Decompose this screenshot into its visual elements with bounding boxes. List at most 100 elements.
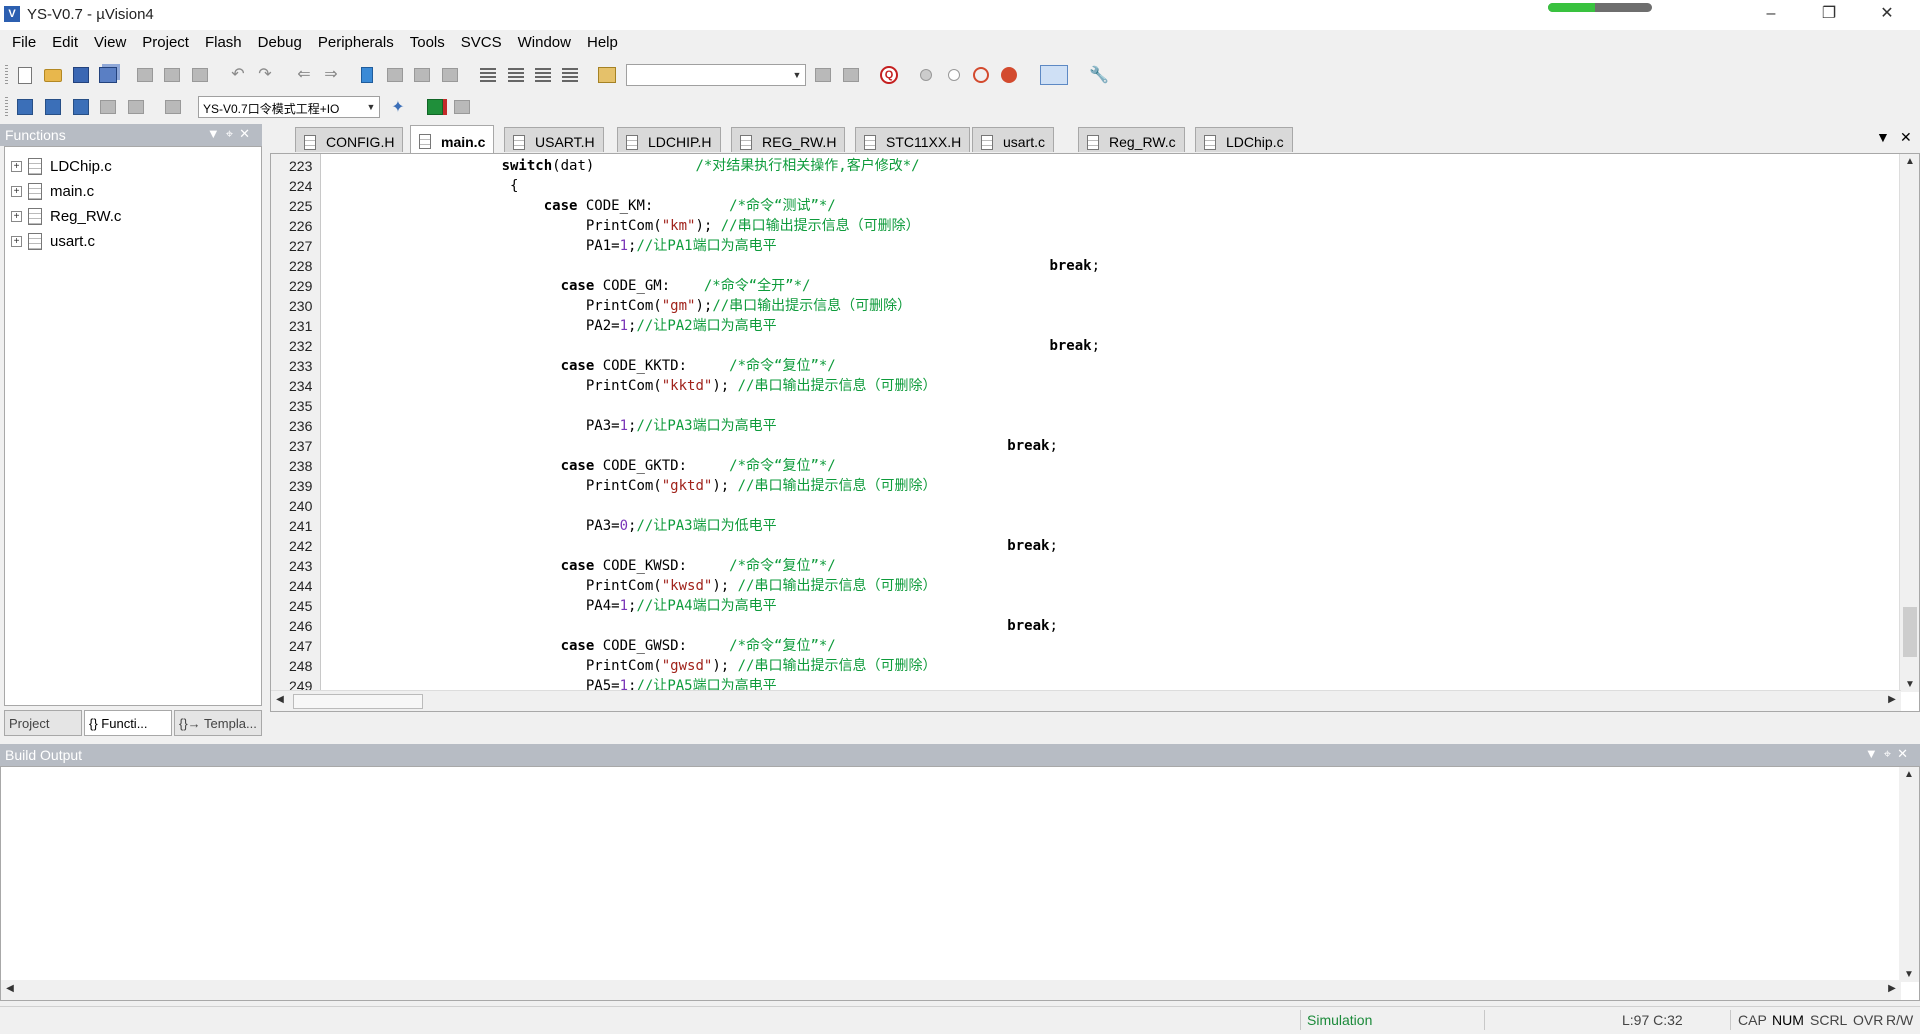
find-in-files-button[interactable] [596, 64, 618, 86]
build-vertical-scrollbar[interactable]: ▲ ▼ [1899, 767, 1919, 982]
tab-functions[interactable]: {} Functi... [84, 710, 172, 736]
panel-menu-icon[interactable]: ▼ [1865, 746, 1884, 761]
code-line[interactable]: 225 case CODE_KM: /*命令“测试”*/ [271, 196, 1901, 216]
code-line[interactable]: 241 PA3=0;//让PA3端口为低电平 [271, 516, 1901, 536]
multi-project-button[interactable] [451, 96, 473, 118]
tab-templates[interactable]: {}→ Templa... [174, 710, 262, 736]
tree-item-main[interactable]: + main.c [11, 180, 94, 202]
unindent-button[interactable] [505, 64, 527, 86]
close-icon[interactable]: ✕ [239, 126, 256, 141]
code-line[interactable]: 239 PrintCom("gktd"); //串口输出提示信息（可删除） [271, 476, 1901, 496]
menu-peripherals[interactable]: Peripherals [310, 31, 402, 55]
scroll-up-icon[interactable]: ▲ [1900, 156, 1919, 167]
new-file-button[interactable] [14, 64, 36, 86]
batch-build-button[interactable] [97, 96, 119, 118]
build-horizontal-scrollbar[interactable]: ◀ ▶ [1, 980, 1901, 1000]
scroll-left-icon[interactable]: ◀ [273, 694, 287, 705]
code-line[interactable]: 234 PrintCom("kktd"); //串口输出提示信息（可删除） [271, 376, 1901, 396]
menu-edit[interactable]: Edit [44, 31, 86, 55]
panel-menu-icon[interactable]: ▼ [207, 126, 226, 141]
code-line[interactable]: 226 PrintCom("km"); //串口输出提示信息（可删除） [271, 216, 1901, 236]
expand-icon[interactable]: + [11, 235, 22, 247]
tab-ldchip-h[interactable]: LDCHIP.H [617, 127, 721, 152]
copy-button[interactable] [161, 64, 183, 86]
clear-bookmarks-button[interactable] [439, 64, 461, 86]
stop-build-button[interactable] [125, 96, 147, 118]
tab-reg-rw-c[interactable]: Reg_RW.c [1078, 127, 1185, 152]
menu-help[interactable]: Help [579, 31, 626, 55]
expand-icon[interactable]: + [11, 210, 22, 222]
cut-button[interactable] [134, 64, 156, 86]
expand-icon[interactable]: + [11, 160, 22, 172]
code-line[interactable]: 244 PrintCom("kwsd"); //串口输出提示信息（可删除） [271, 576, 1901, 596]
save-all-button[interactable] [97, 64, 119, 86]
tab-reg-rw-h[interactable]: REG_RW.H [731, 127, 846, 152]
code-line[interactable]: 227 PA1=1;//让PA1端口为高电平 [271, 236, 1901, 256]
pin-icon[interactable]: ⌖ [1884, 746, 1897, 761]
build-button[interactable] [42, 96, 64, 118]
tab-project[interactable]: Project [4, 710, 82, 736]
restore-button[interactable]: ❐ [1806, 0, 1852, 30]
insert-bookmark-button[interactable] [356, 64, 378, 86]
menu-file[interactable]: File [4, 31, 44, 55]
close-icon[interactable]: ✕ [1897, 746, 1914, 761]
code-line[interactable]: 238 case CODE_GKTD: /*命令“复位”*/ [271, 456, 1901, 476]
editor-vertical-scrollbar[interactable]: ▲ ▼ [1899, 154, 1919, 692]
code-line[interactable]: 228 break; [271, 256, 1901, 276]
find-combo[interactable]: ▼ [626, 64, 806, 86]
toolbar-grip[interactable] [5, 97, 8, 117]
code-line[interactable]: 224 { [271, 176, 1901, 196]
menu-debug[interactable]: Debug [250, 31, 310, 55]
code-line[interactable]: 242 break; [271, 536, 1901, 556]
chevron-down-icon[interactable]: ▼ [364, 98, 378, 116]
undo-button[interactable]: ↶ [227, 64, 249, 86]
menu-tools[interactable]: Tools [402, 31, 453, 55]
insert-breakpoint-button[interactable] [915, 64, 937, 86]
redo-button[interactable]: ↷ [254, 64, 276, 86]
tab-config-h[interactable]: CONFIG.H [295, 127, 404, 152]
menu-window[interactable]: Window [510, 31, 579, 55]
target-options-button[interactable]: ✦ [387, 96, 409, 118]
download-button[interactable] [162, 96, 184, 118]
enable-breakpoint-button[interactable] [943, 64, 965, 86]
configure-button[interactable]: 🔧 [1088, 64, 1110, 86]
code-line[interactable]: 236 PA3=1;//让PA3端口为高电平 [271, 416, 1901, 436]
incremental-find-button[interactable] [840, 64, 862, 86]
code-line[interactable]: 229 case CODE_GM: /*命令“全开”*/ [271, 276, 1901, 296]
scroll-down-icon[interactable]: ▼ [1899, 969, 1919, 980]
tree-item-reg-rw[interactable]: + Reg_RW.c [11, 205, 121, 227]
tab-list-icon[interactable]: ▼ [1876, 129, 1890, 145]
scroll-right-icon[interactable]: ▶ [1885, 983, 1899, 994]
code-line[interactable]: 240 [271, 496, 1901, 516]
find-button[interactable] [812, 64, 834, 86]
code-line[interactable]: 237 break; [271, 436, 1901, 456]
navigate-back-button[interactable]: ⇐ [293, 64, 315, 86]
close-tab-icon[interactable]: ✕ [1900, 129, 1912, 146]
code-line[interactable]: 235 [271, 396, 1901, 416]
tab-ldchip-c[interactable]: LDChip.c [1195, 127, 1293, 152]
paste-button[interactable] [189, 64, 211, 86]
manage-components-button[interactable] [424, 96, 446, 118]
close-window-button[interactable]: ✕ [1864, 0, 1910, 30]
code-line[interactable]: 223 switch(dat) /*对结果执行相关操作,客户修改*/ [271, 156, 1901, 176]
scroll-thumb[interactable] [1903, 607, 1917, 657]
start-debug-button[interactable]: Q [878, 64, 900, 86]
toolbar-grip[interactable] [5, 65, 8, 85]
expand-icon[interactable]: + [11, 185, 22, 197]
editor-horizontal-scrollbar[interactable]: ◀ ▶ [271, 690, 1901, 711]
open-file-button[interactable] [42, 64, 64, 86]
kill-all-breakpoints-button[interactable] [998, 64, 1020, 86]
disable-all-breakpoints-button[interactable] [970, 64, 992, 86]
chevron-down-icon[interactable]: ▼ [790, 66, 804, 84]
code-editor[interactable]: 223 switch(dat) /*对结果执行相关操作,客户修改*/224 {2… [270, 153, 1920, 712]
tree-item-ldchip[interactable]: + LDChip.c [11, 155, 112, 177]
code-line[interactable]: 246 break; [271, 616, 1901, 636]
menu-flash[interactable]: Flash [197, 31, 250, 55]
rebuild-button[interactable] [70, 96, 92, 118]
translate-button[interactable] [14, 96, 36, 118]
code-line[interactable]: 247 case CODE_GWSD: /*命令“复位”*/ [271, 636, 1901, 656]
scroll-thumb[interactable] [293, 694, 423, 709]
scroll-up-icon[interactable]: ▲ [1899, 769, 1919, 780]
menu-view[interactable]: View [86, 31, 134, 55]
code-line[interactable]: 230 PrintCom("gm");//串口输出提示信息（可删除） [271, 296, 1901, 316]
